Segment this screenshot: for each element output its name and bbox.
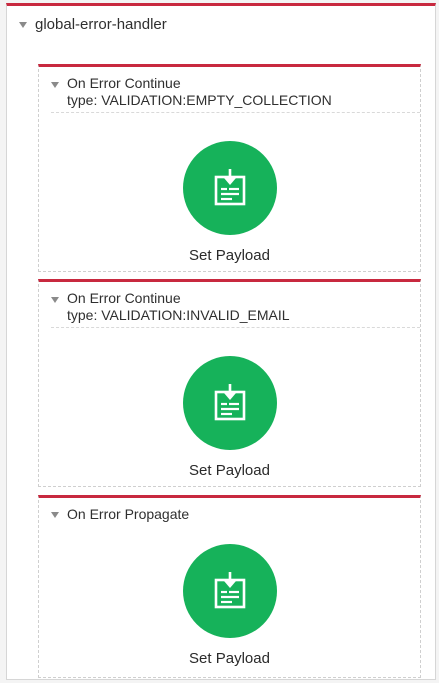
on-error-continue-scope[interactable]: On Error Continue type: VALIDATION:EMPTY… xyxy=(38,64,421,272)
collapse-triangle-icon[interactable] xyxy=(51,512,59,518)
handler-header[interactable]: global-error-handler xyxy=(19,16,167,33)
set-payload-component[interactable]: Set Payload xyxy=(39,544,420,667)
component-label: Set Payload xyxy=(189,247,270,264)
scope-header[interactable]: On Error Continue type: VALIDATION:INVAL… xyxy=(51,290,290,324)
set-payload-icon[interactable] xyxy=(182,356,277,450)
scope-divider xyxy=(51,112,420,113)
scope-error-type: type: VALIDATION:EMPTY_COLLECTION xyxy=(67,92,332,108)
scope-header[interactable]: On Error Propagate xyxy=(51,506,189,523)
component-label: Set Payload xyxy=(189,650,270,667)
collapse-triangle-icon[interactable] xyxy=(51,82,59,88)
component-label: Set Payload xyxy=(189,462,270,479)
collapse-triangle-icon[interactable] xyxy=(19,21,27,28)
set-payload-component[interactable]: Set Payload xyxy=(39,356,420,479)
scope-error-type: type: VALIDATION:INVALID_EMAIL xyxy=(67,307,290,323)
global-error-handler-container[interactable]: global-error-handler On Error Continue t… xyxy=(6,3,436,680)
scope-title: On Error Continue xyxy=(67,75,181,91)
scope-title: On Error Propagate xyxy=(67,506,190,522)
scope-divider xyxy=(51,327,420,328)
set-payload-icon[interactable] xyxy=(182,141,277,235)
set-payload-icon[interactable] xyxy=(182,544,277,638)
on-error-continue-scope[interactable]: On Error Continue type: VALIDATION:INVAL… xyxy=(38,279,421,487)
scope-header[interactable]: On Error Continue type: VALIDATION:EMPTY… xyxy=(51,75,332,109)
set-payload-component[interactable]: Set Payload xyxy=(39,141,420,264)
handler-title: global-error-handler xyxy=(35,16,167,33)
collapse-triangle-icon[interactable] xyxy=(51,297,59,303)
flow-canvas: global-error-handler On Error Continue t… xyxy=(0,0,439,683)
scope-title: On Error Continue xyxy=(67,290,181,306)
on-error-propagate-scope[interactable]: On Error Propagate Set Payload xyxy=(38,495,421,678)
